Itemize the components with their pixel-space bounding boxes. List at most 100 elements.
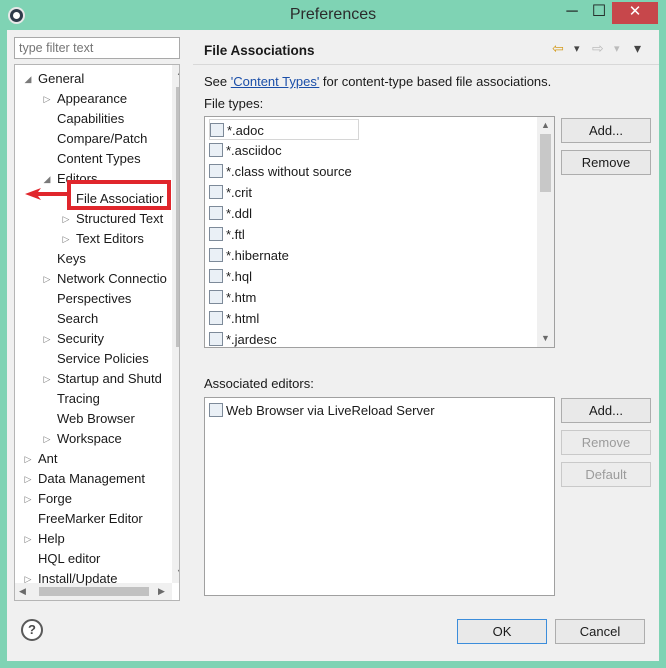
plugin-file-icon	[209, 143, 223, 157]
red-pointer-arrow-icon	[25, 188, 67, 200]
file-type-label: *.htm	[226, 290, 257, 305]
file-type-label: *.jardesc	[226, 332, 277, 347]
collapsed-twisty-icon[interactable]: ▷	[61, 209, 71, 229]
associated-editors-list[interactable]: Web Browser via LiveReload Server	[204, 397, 555, 596]
file-type-row[interactable]: *.class without source	[209, 161, 352, 182]
tree-item[interactable]: ◢ General	[23, 69, 85, 89]
scroll-right-icon[interactable]: ▶	[158, 586, 165, 597]
tree-item[interactable]: Service Policies	[42, 349, 149, 369]
file-type-row[interactable]: *.ftl	[209, 224, 245, 245]
tree-item[interactable]: ▷ Security	[42, 329, 104, 349]
tree-item-label: Capabilities	[57, 111, 125, 126]
back-icon[interactable]: ⇦	[552, 40, 564, 57]
tree-item[interactable]: ▷ Help	[23, 529, 65, 549]
scroll-down-icon[interactable]: ▼	[176, 567, 179, 577]
text-file-icon	[209, 290, 223, 304]
file-type-row[interactable]: *.htm	[209, 287, 256, 308]
file-type-label: *.hibernate	[226, 248, 289, 263]
default-editor-button[interactable]: Default	[561, 462, 651, 487]
tree-item[interactable]: Capabilities	[42, 109, 124, 129]
scroll-down-icon[interactable]: ▼	[541, 333, 550, 343]
add-editor-button[interactable]: Add...	[561, 398, 651, 423]
tree-item[interactable]: ▷ Appearance	[42, 89, 128, 109]
tree-item[interactable]: Perspectives	[42, 289, 131, 309]
remove-file-type-button[interactable]: Remove	[561, 150, 651, 175]
content-types-link[interactable]: 'Content Types'	[231, 74, 320, 89]
description-suffix: for content-type based file associations…	[319, 74, 552, 89]
tree-item-label: Network Connectio	[57, 271, 167, 286]
tree-item-label: Appearance	[57, 91, 128, 106]
tree-item-label: Web Browser	[57, 411, 135, 426]
file-type-row[interactable]: *.jardesc	[209, 329, 277, 347]
collapsed-twisty-icon[interactable]: ▷	[23, 489, 33, 509]
editor-row[interactable]: Web Browser via LiveReload Server	[209, 400, 435, 421]
tree-item[interactable]: ▷ Startup and Shutd	[42, 369, 162, 389]
tree-item[interactable]: Search	[42, 309, 98, 329]
collapsed-twisty-icon[interactable]: ▷	[23, 569, 33, 589]
tree-item[interactable]: HQL editor	[23, 549, 100, 569]
tree-item-label: HQL editor	[38, 551, 101, 566]
expanded-twisty-icon[interactable]: ◢	[42, 169, 52, 189]
tree-item[interactable]: Content Types	[42, 149, 141, 169]
tree-scroll-thumb[interactable]	[176, 87, 179, 347]
tree-item[interactable]: Keys	[42, 249, 86, 269]
tree-item[interactable]: FreeMarker Editor	[23, 509, 143, 529]
maximize-button[interactable]: ☐	[586, 2, 612, 24]
title-bar[interactable]: Preferences ─ ☐ ✕	[0, 0, 666, 30]
tree-item-label: Workspace	[57, 431, 122, 446]
collapsed-twisty-icon[interactable]: ▷	[23, 449, 33, 469]
collapsed-twisty-icon[interactable]: ▷	[42, 329, 52, 349]
back-menu-icon[interactable]: ▾	[574, 42, 580, 55]
add-file-type-button[interactable]: Add...	[561, 118, 651, 143]
file-type-row[interactable]: *.crit	[209, 182, 252, 203]
file-type-row[interactable]: *.asciidoc	[209, 140, 282, 161]
ok-button[interactable]: OK	[457, 619, 547, 644]
tree-item[interactable]: ▷ Structured Text	[61, 209, 164, 229]
file-type-row[interactable]: *.hql	[209, 266, 252, 287]
tree-item-label: Security	[57, 331, 104, 346]
file-type-row[interactable]: *.adoc	[209, 119, 359, 140]
tree-item[interactable]: ▷ Text Editors	[61, 229, 144, 249]
file-type-row[interactable]: *.hibernate	[209, 245, 289, 266]
header-divider	[193, 64, 659, 65]
tree-item[interactable]: ▷ Ant	[23, 449, 58, 469]
preference-tree[interactable]: ▲ ▼ ◀ ▶ ◢General▷AppearanceCapabilitiesC…	[14, 64, 180, 601]
tree-item[interactable]: Compare/Patch	[42, 129, 147, 149]
help-icon[interactable]: ?	[21, 619, 43, 641]
forward-menu-icon[interactable]: ▾	[614, 42, 620, 55]
expanded-twisty-icon[interactable]: ◢	[23, 69, 33, 89]
file-list-scrollbar[interactable]: ▲ ▼	[537, 117, 554, 347]
collapsed-twisty-icon[interactable]: ▷	[23, 469, 33, 489]
filter-input[interactable]	[14, 37, 180, 59]
tree-vertical-scrollbar[interactable]: ▲ ▼	[172, 65, 179, 583]
tree-item[interactable]: Tracing	[42, 389, 100, 409]
file-type-row[interactable]: *.html	[209, 308, 259, 329]
view-menu-icon[interactable]: ▾	[634, 40, 641, 57]
collapsed-twisty-icon[interactable]: ▷	[42, 89, 52, 109]
crit-file-icon	[209, 185, 223, 199]
scroll-up-icon[interactable]: ▲	[541, 120, 550, 130]
tree-item[interactable]: ▷ Workspace	[42, 429, 122, 449]
file-type-label: *.asciidoc	[226, 143, 282, 158]
tree-item[interactable]: ▷ Forge	[23, 489, 72, 509]
forward-icon[interactable]: ⇨	[592, 40, 604, 57]
collapsed-twisty-icon[interactable]: ▷	[42, 269, 52, 289]
file-types-list[interactable]: ▲ ▼ *.adoc *.asciidoc *.class without sour…	[204, 116, 555, 348]
remove-editor-button[interactable]: Remove	[561, 430, 651, 455]
collapsed-twisty-icon[interactable]: ▷	[23, 529, 33, 549]
cancel-button[interactable]: Cancel	[555, 619, 645, 644]
tree-item[interactable]: ▷ Install/Update	[23, 569, 118, 589]
tree-item-label: Install/Update	[38, 571, 118, 586]
collapsed-twisty-icon[interactable]: ▷	[42, 369, 52, 389]
collapsed-twisty-icon[interactable]: ▷	[42, 429, 52, 449]
scroll-up-icon[interactable]: ▲	[176, 67, 179, 77]
ftl-file-icon	[209, 227, 223, 241]
tree-item[interactable]: Web Browser	[42, 409, 135, 429]
file-list-scroll-thumb[interactable]	[540, 134, 551, 192]
tree-item[interactable]: ▷ Network Connectio	[42, 269, 167, 289]
file-type-row[interactable]: *.ddl	[209, 203, 252, 224]
minimize-button[interactable]: ─	[558, 2, 586, 24]
collapsed-twisty-icon[interactable]: ▷	[61, 229, 71, 249]
tree-item[interactable]: ▷ Data Management	[23, 469, 145, 489]
close-button[interactable]: ✕	[612, 2, 658, 24]
